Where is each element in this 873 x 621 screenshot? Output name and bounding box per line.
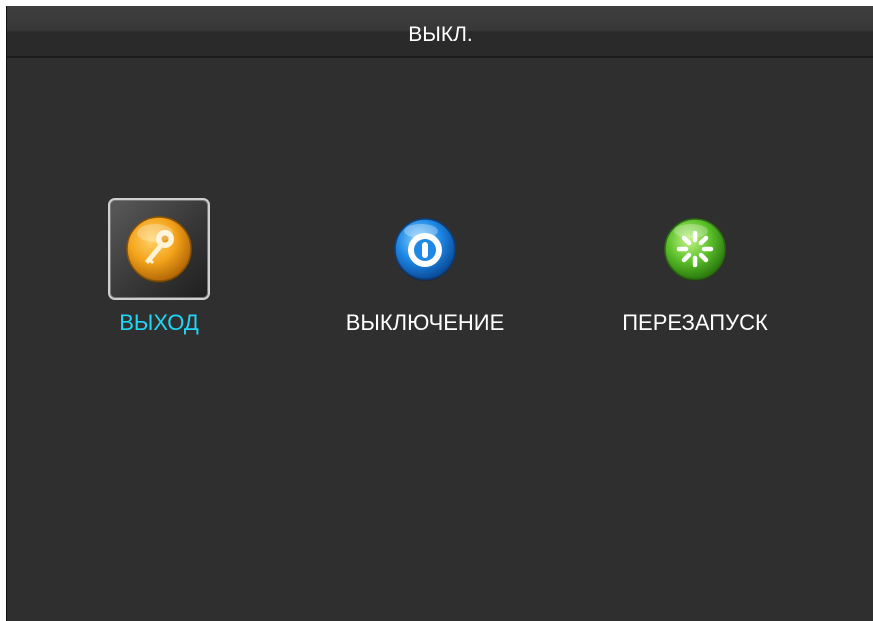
window-title: ВЫКЛ. [408, 23, 473, 46]
logout-label: ВЫХОД [119, 310, 199, 335]
title-bar: ВЫКЛ. [7, 6, 873, 58]
shutdown-label: ВЫКЛЮЧЕНИЕ [345, 310, 505, 335]
power-icon [394, 218, 456, 281]
selection-frame [108, 198, 210, 300]
shutdown-button[interactable]: ВЫКЛЮЧЕНИЕ [325, 198, 525, 348]
icon-container [374, 198, 476, 300]
restart-icon [664, 218, 726, 281]
restart-button[interactable]: ПЕРЕЗАПУСК [595, 198, 795, 348]
icon-container [644, 198, 746, 300]
key-icon [126, 216, 192, 283]
logout-button[interactable]: ВЫХОД [59, 198, 259, 348]
shutdown-window: ВЫКЛ. ВЫХОД ВЫКЛЮЧЕНИЕ ПЕРЕЗАПУСК [6, 6, 873, 621]
restart-label: ПЕРЕЗАПУСК [622, 310, 768, 335]
